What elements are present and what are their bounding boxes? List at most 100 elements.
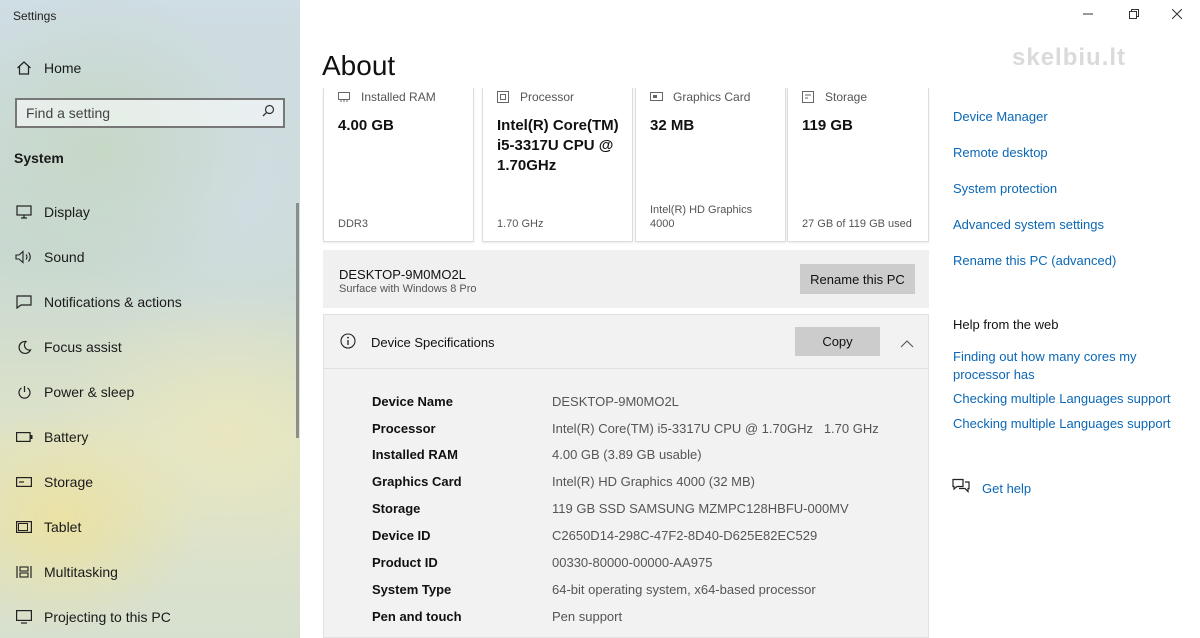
spec-row-processor: Processor Intel(R) Core(TM) i5-3317U CPU … xyxy=(372,418,912,438)
app-title: Settings xyxy=(13,9,57,23)
sidebar-item-display[interactable]: Display xyxy=(0,192,296,232)
sidebar-item-label: Sound xyxy=(44,249,85,265)
spec-value: 64-bit operating system, x64-based proce… xyxy=(552,581,816,597)
sidebar-item-label: Projecting to this PC xyxy=(44,609,171,625)
sidebar-item-storage[interactable]: Storage xyxy=(0,462,296,502)
spec-value: DESKTOP-9M0MO2L xyxy=(552,393,679,409)
card-graphics: Graphics Card 32 MB Intel(R) HD Graphics… xyxy=(635,88,786,242)
minimize-button[interactable] xyxy=(1065,0,1111,30)
spec-value: 119 GB SSD SAMSUNG MZMPC128HBFU-000MV xyxy=(552,500,849,516)
card-sub: DDR3 xyxy=(338,218,368,230)
close-icon xyxy=(1171,6,1183,24)
section-title: System xyxy=(14,150,64,166)
sidebar-item-multitasking[interactable]: Multitasking xyxy=(0,552,296,592)
sidebar-item-tablet[interactable]: Tablet xyxy=(0,507,296,547)
search-box[interactable] xyxy=(15,98,285,128)
graphics-card-icon xyxy=(650,91,664,103)
display-icon xyxy=(14,202,34,222)
close-button[interactable] xyxy=(1154,0,1200,30)
rename-pc-button[interactable]: Rename this PC xyxy=(800,264,915,294)
projecting-icon xyxy=(14,607,34,627)
card-label: Storage xyxy=(825,90,868,104)
nav-home[interactable]: Home xyxy=(0,48,296,88)
spec-key: Installed RAM xyxy=(372,446,458,462)
multitasking-icon xyxy=(14,562,34,582)
sidebar-item-battery[interactable]: Battery xyxy=(0,417,296,457)
help-link-languages[interactable]: Checking multiple Languages support xyxy=(953,390,1171,408)
sidebar-item-projecting[interactable]: Projecting to this PC xyxy=(0,597,296,637)
pc-name-bar: DESKTOP-9M0MO2L Surface with Windows 8 P… xyxy=(323,250,929,308)
card-value: 4.00 GB xyxy=(338,117,394,134)
watermark: skelbiu.lt xyxy=(1012,44,1127,71)
spec-value: C2650D14-298C-47F2-8D40-D625E82EC529 xyxy=(552,527,818,543)
sidebar-item-label: Power & sleep xyxy=(44,384,135,400)
system-protection-link[interactable]: System protection xyxy=(953,180,1057,198)
sidebar-scrollbar[interactable] xyxy=(296,203,299,438)
help-link-cores[interactable]: Finding out how many cores my processor … xyxy=(953,348,1183,384)
card-label: Installed RAM xyxy=(361,90,436,104)
search-input[interactable] xyxy=(26,105,246,121)
help-link-languages-2[interactable]: Checking multiple Languages support xyxy=(953,415,1171,433)
restore-button[interactable] xyxy=(1111,0,1157,30)
sidebar: Settings Home System Display Sound Notif… xyxy=(0,0,300,638)
advanced-system-settings-link[interactable]: Advanced system settings xyxy=(953,216,1104,234)
chat-help-icon xyxy=(952,478,970,499)
spec-row-device-name: Device Name DESKTOP-9M0MO2L xyxy=(372,391,912,411)
help-from-web-heading: Help from the web xyxy=(953,317,1059,332)
spec-row-product-id: Product ID 00330-80000-00000-AA975 xyxy=(372,552,912,572)
get-help-label: Get help xyxy=(982,481,1032,496)
pc-name: DESKTOP-9M0MO2L xyxy=(339,267,466,282)
card-sub: 1.70 GHz xyxy=(497,218,544,230)
sidebar-item-sound[interactable]: Sound xyxy=(0,237,296,277)
remote-desktop-link[interactable]: Remote desktop xyxy=(953,144,1048,162)
storage-icon xyxy=(14,472,34,492)
moon-icon xyxy=(14,337,34,357)
sidebar-item-power-sleep[interactable]: Power & sleep xyxy=(0,372,296,412)
spec-key: Processor xyxy=(372,420,436,436)
spec-key: Storage xyxy=(372,500,421,516)
chevron-up-icon[interactable] xyxy=(900,335,914,353)
info-icon xyxy=(340,333,356,354)
card-sub: 27 GB of 119 GB used xyxy=(802,218,912,230)
card-storage: Storage 119 GB 27 GB of 119 GB used xyxy=(787,88,929,242)
spec-key: Pen and touch xyxy=(372,608,462,624)
tablet-icon xyxy=(14,517,34,537)
device-manager-link[interactable]: Device Manager xyxy=(953,108,1048,126)
sidebar-item-focus-assist[interactable]: Focus assist xyxy=(0,327,296,367)
home-icon xyxy=(14,58,34,78)
nav-home-label: Home xyxy=(44,60,82,76)
search-icon[interactable] xyxy=(262,104,275,122)
page-title: About xyxy=(322,50,396,81)
get-help-link[interactable]: Get help xyxy=(952,478,1031,499)
storage-icon xyxy=(802,91,816,103)
rename-pc-advanced-link[interactable]: Rename this PC (advanced) xyxy=(953,252,1116,270)
device-specifications-panel: Device Specifications Copy Device Name DE… xyxy=(323,314,929,638)
sidebar-item-label: Multitasking xyxy=(44,564,118,580)
sidebar-item-label: Tablet xyxy=(44,519,82,535)
card-processor: Processor Intel(R) Core(TM) i5-3317U CPU… xyxy=(482,88,633,242)
copy-button[interactable]: Copy xyxy=(795,327,880,356)
sidebar-item-label: Focus assist xyxy=(44,339,122,355)
spec-row-pen-touch: Pen and touch Pen support xyxy=(372,606,912,626)
sidebar-item-label: Notifications & actions xyxy=(44,294,182,310)
device-specifications-header[interactable]: Device Specifications Copy xyxy=(324,315,928,369)
power-icon xyxy=(14,382,34,402)
card-installed-ram: Installed RAM 4.00 GB DDR3 xyxy=(323,88,474,242)
card-value: 32 MB xyxy=(650,117,695,134)
spec-value: Intel(R) HD Graphics 4000 (32 MB) xyxy=(552,473,756,489)
pc-model: Surface with Windows 8 Pro xyxy=(339,283,477,295)
notifications-icon xyxy=(14,292,34,312)
sidebar-item-notifications[interactable]: Notifications & actions xyxy=(0,282,296,322)
spec-value: 00330-80000-00000-AA975 xyxy=(552,554,713,570)
battery-icon xyxy=(14,427,34,447)
processor-icon xyxy=(497,91,511,103)
sidebar-item-label: Display xyxy=(44,204,90,220)
spec-key: Graphics Card xyxy=(372,473,462,489)
spec-row-graphics-card: Graphics Card Intel(R) HD Graphics 4000 (… xyxy=(372,471,912,491)
card-value: Intel(R) Core(TM) i5-3317U CPU @ 1.70GHz xyxy=(497,117,619,174)
spec-key: Device ID xyxy=(372,527,431,543)
spec-row-storage: Storage 119 GB SSD SAMSUNG MZMPC128HBFU-0… xyxy=(372,498,912,518)
spec-value: Pen support xyxy=(552,608,623,624)
card-label: Processor xyxy=(520,90,575,104)
ram-icon xyxy=(338,91,352,103)
